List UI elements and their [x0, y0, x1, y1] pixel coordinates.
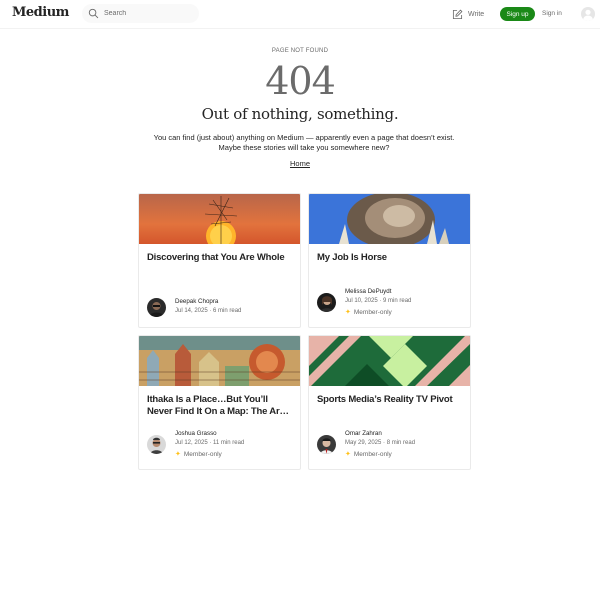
- star-icon: ✦: [345, 451, 351, 458]
- write-button[interactable]: Write: [452, 7, 484, 21]
- description-line-2: Maybe these stories will take you somewh…: [218, 142, 390, 152]
- member-only-label: Member-only: [353, 308, 392, 316]
- author-name[interactable]: Joshua Grasso: [175, 430, 217, 437]
- author-avatar[interactable]: [147, 298, 166, 317]
- author-avatar[interactable]: [317, 293, 336, 312]
- search-icon: [88, 8, 99, 19]
- story-title-line-2: Never Find It On a Map: The Ar…: [147, 406, 289, 417]
- story-thumbnail: [309, 336, 470, 386]
- medium-logo[interactable]: Medium: [12, 5, 69, 20]
- story-card[interactable]: Discovering that You Are Whole Deepak Ch…: [138, 193, 301, 328]
- user-icon: [583, 9, 593, 21]
- story-meta: May 29, 2025 · 8 min read: [345, 440, 416, 446]
- author-name[interactable]: Omar Zahran: [345, 430, 382, 437]
- story-meta: Jul 10, 2025 · 9 min read: [345, 298, 412, 304]
- author-avatar[interactable]: [147, 435, 166, 454]
- page-title: Out of nothing, something.: [201, 105, 399, 123]
- page-description: You can find (just about) anything on Me…: [140, 133, 468, 152]
- story-meta: Jul 14, 2025 · 6 min read: [175, 308, 242, 314]
- page-not-found-label: PAGE NOT FOUND: [271, 48, 329, 54]
- member-only-badge: ✦ Member-only: [345, 450, 392, 459]
- story-title[interactable]: Sports Media’s Reality TV Pivot: [317, 394, 463, 406]
- profile-avatar-button[interactable]: [581, 7, 595, 21]
- star-icon: ✦: [175, 451, 181, 458]
- description-line-1: You can find (just about) anything on Me…: [153, 133, 455, 142]
- story-thumbnail: [309, 194, 470, 244]
- story-title-line-1: Ithaka Is a Place…But You’ll: [147, 394, 268, 405]
- story-thumbnail: [139, 336, 300, 386]
- error-code: 404: [265, 59, 336, 103]
- home-link[interactable]: Home: [290, 159, 310, 168]
- search-input[interactable]: [104, 7, 194, 20]
- write-icon: [452, 9, 463, 19]
- story-card[interactable]: Ithaka Is a Place…But You’ll Never Find …: [138, 335, 301, 470]
- write-label: Write: [468, 10, 485, 18]
- author-name[interactable]: Melissa DePuydt: [345, 288, 391, 295]
- story-title[interactable]: My Job Is Horse: [317, 252, 463, 264]
- sign-in-link[interactable]: Sign in: [542, 10, 562, 17]
- story-card[interactable]: Sports Media’s Reality TV Pivot Omar Zah…: [308, 335, 471, 470]
- story-meta: Jul 12, 2025 · 11 min read: [175, 440, 245, 446]
- story-thumbnail: [139, 194, 300, 244]
- search-box[interactable]: [82, 4, 199, 23]
- story-title[interactable]: Ithaka Is a Place…But You’ll Never Find …: [147, 394, 293, 418]
- member-only-label: Member-only: [353, 450, 392, 458]
- sign-up-button[interactable]: Sign up: [500, 7, 535, 21]
- top-nav: Medium Write Sign up Sign in: [0, 0, 600, 29]
- home-link-row: Home: [0, 159, 600, 168]
- member-only-label: Member-only: [183, 450, 222, 458]
- author-avatar[interactable]: [317, 435, 336, 454]
- story-title[interactable]: Discovering that You Are Whole: [147, 252, 293, 264]
- author-name[interactable]: Deepak Chopra: [175, 298, 218, 305]
- star-icon: ✦: [345, 309, 351, 316]
- member-only-badge: ✦ Member-only: [345, 308, 392, 317]
- story-card[interactable]: My Job Is Horse Melissa DePuydt Jul 10, …: [308, 193, 471, 328]
- member-only-badge: ✦ Member-only: [175, 450, 222, 459]
